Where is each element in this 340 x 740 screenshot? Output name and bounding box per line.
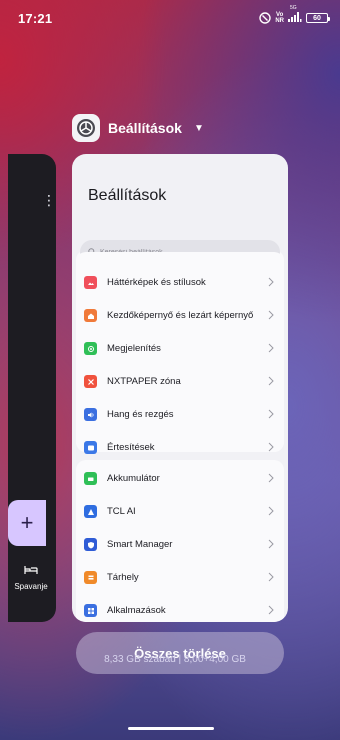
bed-icon: [24, 566, 38, 574]
settings-item-label: NXTPAPER zóna: [107, 376, 181, 387]
status-bar: 17:21 Vo NR 5G 60: [0, 0, 340, 36]
notifications-icon: [84, 441, 97, 454]
ai-icon: [84, 505, 97, 518]
settings-item-wallpaper[interactable]: Háttérképek és stílusok: [76, 266, 284, 299]
settings-item-sound[interactable]: Hang és rezgés: [76, 398, 284, 431]
chevron-right-icon: [268, 572, 274, 582]
caret-down-icon[interactable]: ▼: [194, 123, 204, 134]
settings-item-label: TCL AI: [107, 506, 136, 517]
settings-item-label: Akkumulátor: [107, 473, 160, 484]
signal-group: 5G: [288, 5, 302, 24]
memory-info-text: 8,33 GB szabad | 8,00+4,00 GB: [104, 654, 246, 665]
settings-item-label: Kezdőképernyő és lezárt képernyő: [107, 310, 254, 321]
battery-icon: [84, 472, 97, 485]
settings-item-shield[interactable]: Smart Manager: [76, 528, 284, 561]
add-alarm-button[interactable]: +: [8, 500, 46, 546]
recent-app-card-settings[interactable]: Beállítások Háttérképek és stílusok Kezdő…: [72, 154, 288, 622]
status-icons: Vo NR 5G 60: [259, 5, 330, 24]
chevron-right-icon: [268, 539, 274, 549]
signal-icon: [288, 12, 302, 22]
recent-app-header[interactable]: Beállítások ▼: [72, 114, 204, 142]
settings-group-2-list: Akkumulátor TCL AI Smart Manager Tárhely Alk…: [76, 460, 284, 622]
plus-icon: +: [20, 510, 34, 535]
chevron-right-icon: [268, 605, 274, 615]
settings-item-label: Megjelenítés: [107, 343, 161, 354]
chevron-right-icon: [268, 409, 274, 419]
chevron-right-icon: [268, 343, 274, 353]
battery-icon: 60: [306, 13, 330, 23]
network-type: 5G: [290, 5, 297, 11]
page-title: Beállítások: [88, 187, 167, 204]
lock-screen-icon: [84, 309, 97, 322]
settings-item-label: Alkalmazások: [107, 605, 166, 616]
settings-item-label: Tárhely: [107, 572, 139, 583]
home-indicator[interactable]: [128, 727, 214, 730]
chevron-right-icon: [268, 442, 274, 452]
volte-indicator: Vo NR: [275, 12, 284, 24]
gear-icon: [77, 119, 95, 137]
chevron-right-icon: [268, 506, 274, 516]
settings-app-icon: [72, 114, 100, 142]
settings-item-label: Háttérképek és stílusok: [107, 277, 206, 288]
settings-item-apps[interactable]: Alkalmazások: [76, 594, 284, 622]
apps-icon: [84, 604, 97, 617]
recent-app-name: Beállítások: [108, 120, 182, 136]
settings-item-label: Smart Manager: [107, 539, 173, 550]
bedtime-label: Spavanje: [14, 582, 48, 591]
more-options-icon: ⋮: [42, 192, 56, 208]
storage-icon: [84, 571, 97, 584]
nfc-icon: [259, 12, 272, 24]
shield-icon: [84, 538, 97, 551]
chevron-right-icon: [268, 376, 274, 386]
memory-info: 8,33 GB szabad | 8,00+4,00 GB: [0, 654, 340, 665]
status-time: 17:21: [18, 10, 53, 26]
wallpaper-icon: [84, 276, 97, 289]
display-icon: [84, 342, 97, 355]
chevron-right-icon: [268, 310, 274, 320]
settings-group-1-list: Háttérképek és stílusok Kezdőképernyő és …: [76, 252, 284, 454]
settings-item-battery[interactable]: Akkumulátor: [76, 462, 284, 495]
settings-item-ai[interactable]: TCL AI: [76, 495, 284, 528]
settings-item-label: Értesítések: [107, 442, 155, 453]
settings-item-display[interactable]: Megjelenítés: [76, 332, 284, 365]
clear-all-button[interactable]: Összes törlése: [76, 632, 284, 674]
sound-icon: [84, 408, 97, 421]
bedtime-tab[interactable]: Spavanje: [10, 562, 52, 591]
settings-item-lock-screen[interactable]: Kezdőképernyő és lezárt képernyő: [76, 299, 284, 332]
settings-item-nxtpaper[interactable]: NXTPAPER zóna: [76, 365, 284, 398]
chevron-right-icon: [268, 473, 274, 483]
chevron-right-icon: [268, 277, 274, 287]
recent-app-card-left[interactable]: ⋮: [8, 154, 56, 622]
nxtpaper-icon: [84, 375, 97, 388]
settings-item-storage[interactable]: Tárhely: [76, 561, 284, 594]
settings-item-label: Hang és rezgés: [107, 409, 174, 420]
